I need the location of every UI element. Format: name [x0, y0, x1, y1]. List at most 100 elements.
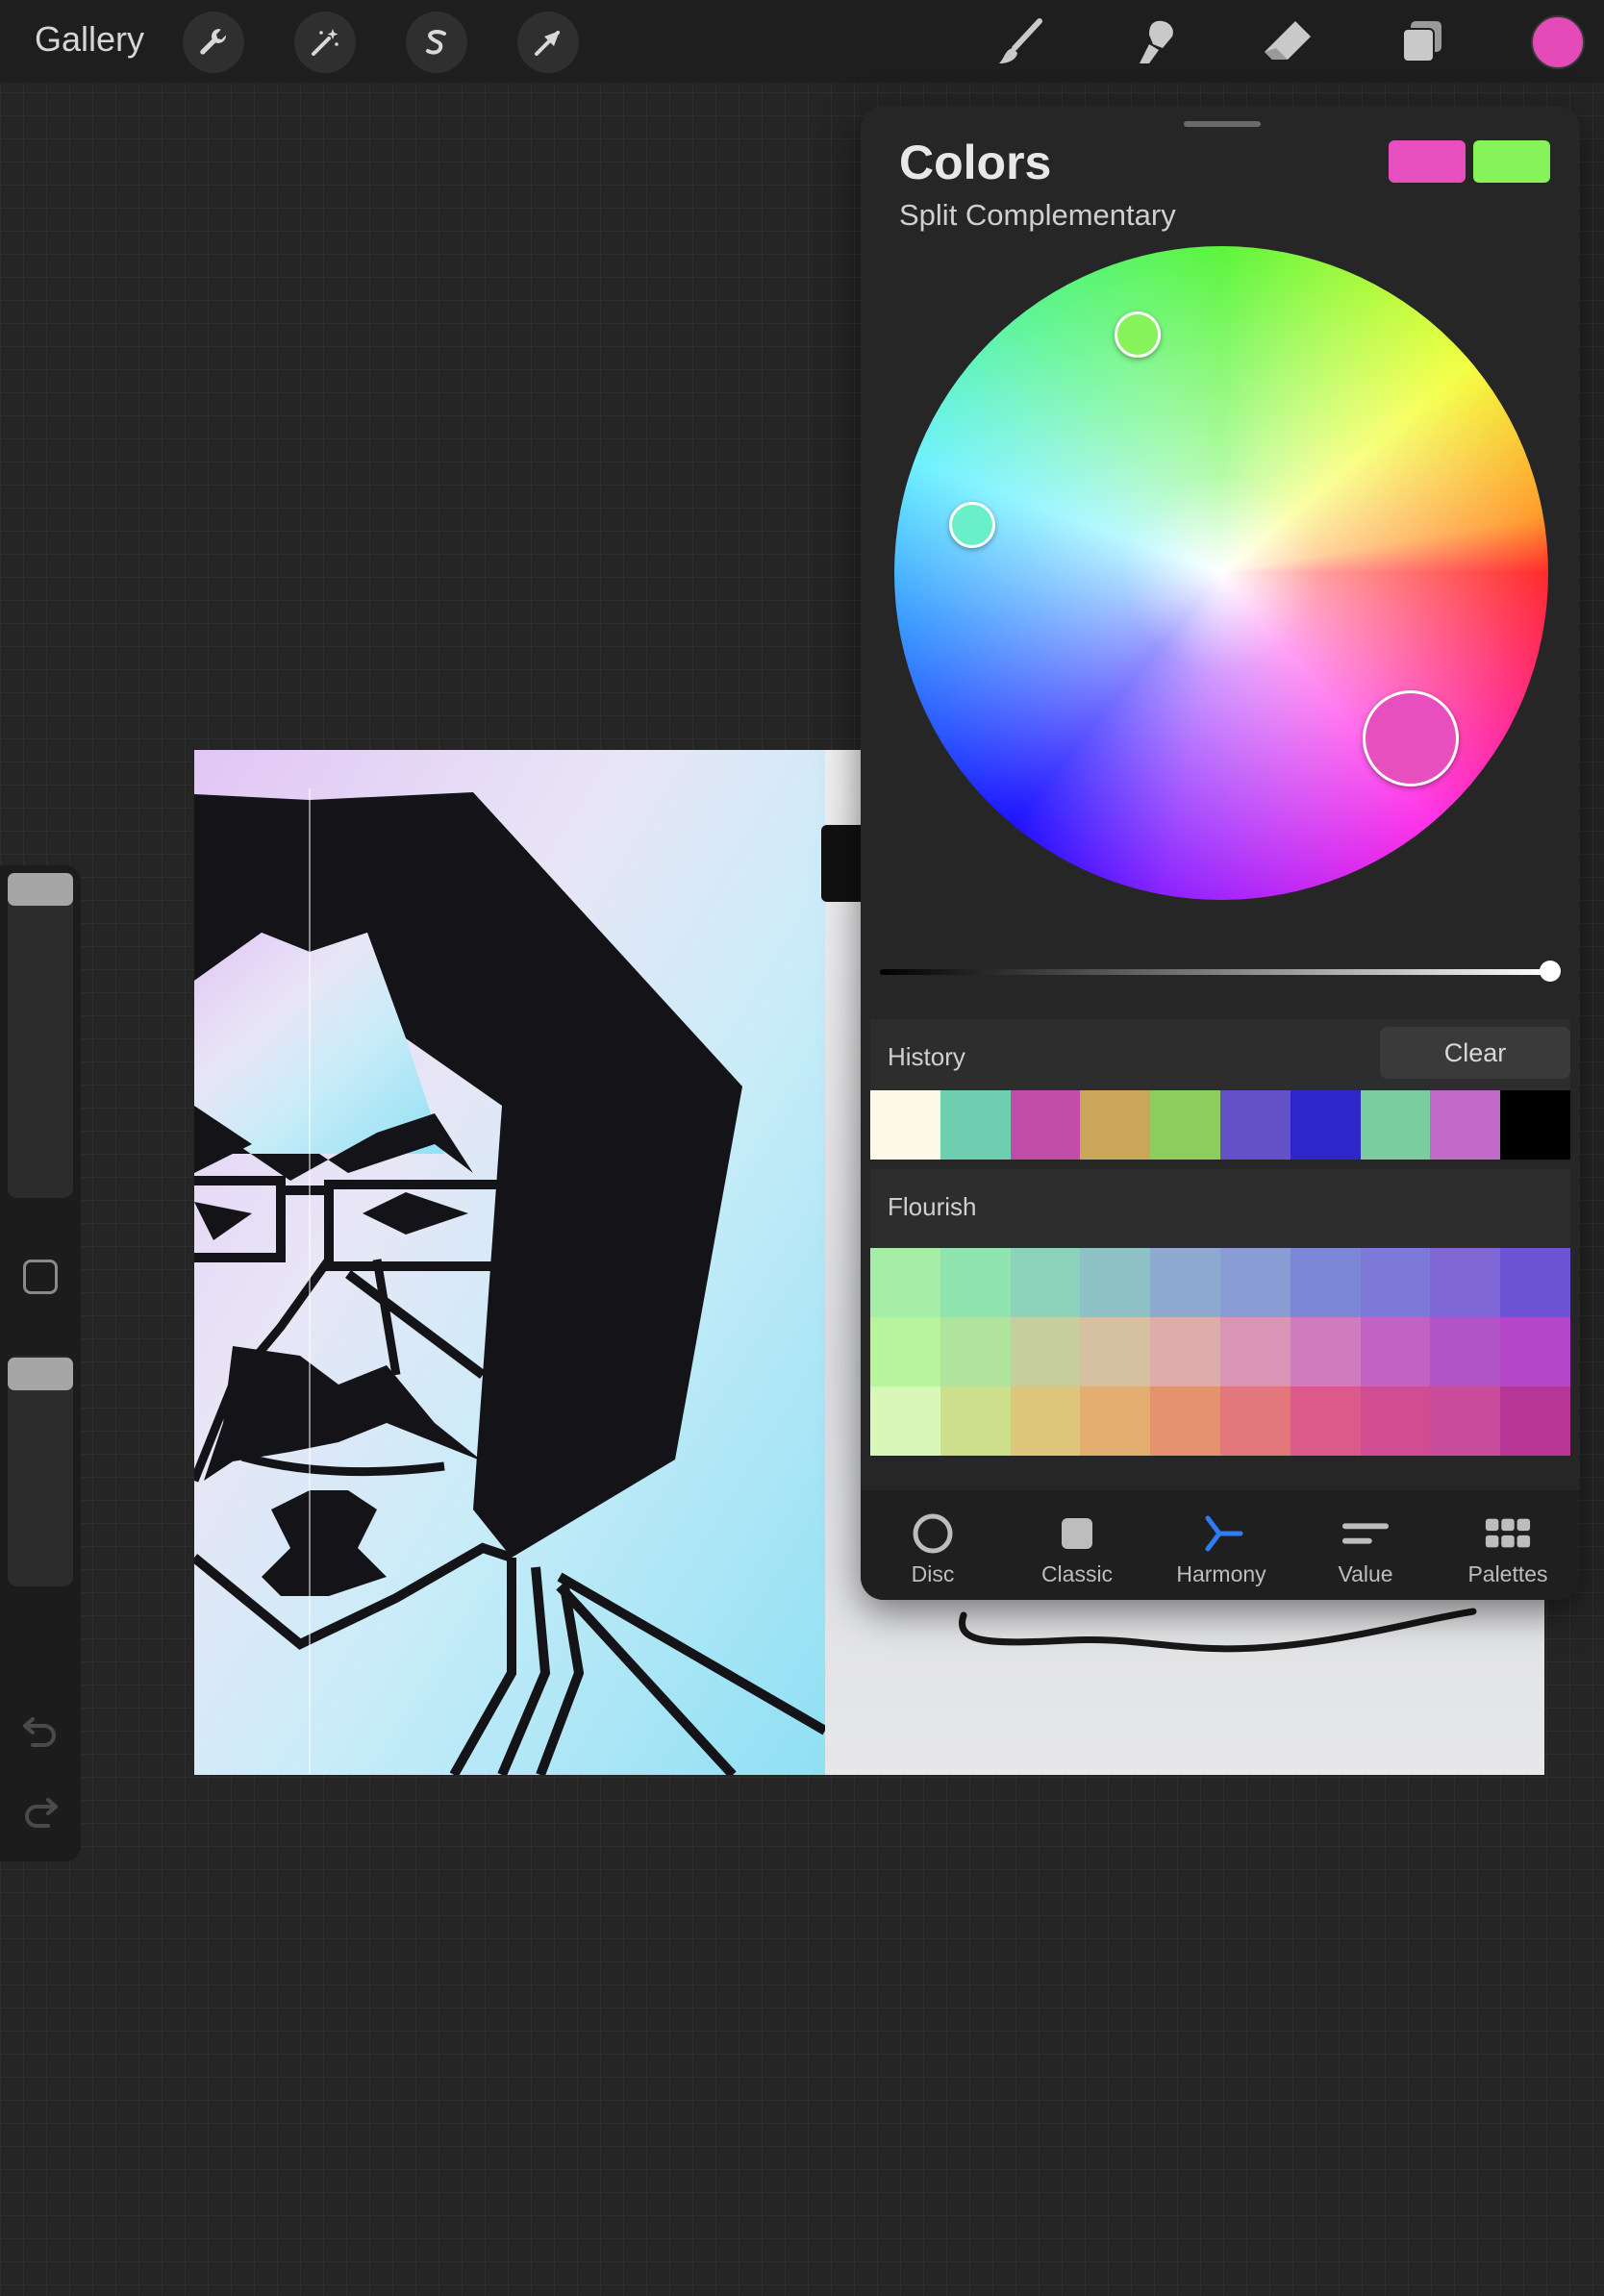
eraser-icon — [1265, 21, 1311, 60]
layers-button[interactable] — [1392, 13, 1452, 71]
palette-swatch[interactable] — [1360, 1317, 1431, 1386]
brightness-slider[interactable] — [880, 969, 1553, 975]
brush-opacity-slider[interactable] — [8, 1356, 73, 1586]
modify-button[interactable] — [23, 1260, 58, 1294]
palette-swatch[interactable] — [1219, 1248, 1291, 1317]
history-label: History — [888, 1042, 965, 1071]
palette-swatch[interactable] — [1500, 1386, 1570, 1456]
redo-icon[interactable] — [19, 1790, 62, 1829]
palette-swatch[interactable] — [1219, 1386, 1291, 1456]
brush-size-slider[interactable] — [8, 873, 73, 1198]
left-sidebar — [0, 865, 81, 1861]
brush-stroke — [959, 1608, 1477, 1653]
palette-swatch[interactable] — [1010, 1317, 1081, 1386]
disc-icon — [913, 1513, 953, 1554]
palette-swatch[interactable] — [1430, 1317, 1501, 1386]
colors-panel: Colors Split Complementary History Clear… — [861, 106, 1580, 1600]
gallery-button[interactable]: Gallery — [35, 19, 144, 60]
selection-s-icon — [426, 30, 446, 55]
transform-button[interactable] — [517, 12, 579, 73]
arrow-transform-icon — [535, 31, 560, 56]
palette-swatch[interactable] — [1010, 1386, 1081, 1456]
harmony-color-wheel[interactable] — [894, 246, 1548, 900]
palette-swatch[interactable] — [1360, 1248, 1431, 1317]
history-swatch[interactable] — [870, 1090, 940, 1160]
panel-grabber[interactable] — [1184, 121, 1261, 127]
history-swatch[interactable] — [1290, 1090, 1361, 1160]
undo-icon[interactable] — [19, 1710, 62, 1748]
selection-button[interactable] — [406, 12, 467, 73]
palette-swatch[interactable] — [870, 1386, 940, 1456]
harmony-knob-teal[interactable] — [949, 502, 995, 548]
layers-icon — [1402, 21, 1441, 62]
history-swatch[interactable] — [940, 1090, 1011, 1160]
tab-label: Disc — [911, 1561, 955, 1586]
palette-swatch[interactable] — [1290, 1386, 1361, 1456]
adjustments-button[interactable] — [294, 12, 356, 73]
history-swatches — [870, 1090, 1570, 1160]
eraser-tool[interactable] — [1258, 13, 1317, 71]
palette-swatch[interactable] — [1080, 1248, 1151, 1317]
palettes-icon — [1485, 1518, 1531, 1548]
harmony-mode-selector[interactable]: Split Complementary — [899, 198, 1176, 233]
harmony-knob-primary[interactable] — [1363, 690, 1459, 786]
palette-row — [870, 1317, 1570, 1386]
tab-harmony[interactable]: Harmony — [1149, 1490, 1293, 1600]
palette-swatch[interactable] — [1500, 1248, 1570, 1317]
tab-classic[interactable]: Classic — [1005, 1490, 1149, 1600]
tab-value[interactable]: Value — [1293, 1490, 1438, 1600]
palette-swatch[interactable] — [1150, 1248, 1220, 1317]
harmony-icon — [1205, 1515, 1243, 1552]
palette-swatch[interactable] — [1430, 1386, 1501, 1456]
harmony-knob-green[interactable] — [1115, 312, 1161, 358]
brush-tool[interactable] — [990, 13, 1050, 71]
clear-history-button[interactable]: Clear — [1380, 1027, 1570, 1079]
palette-swatch[interactable] — [1080, 1386, 1151, 1456]
history-swatch[interactable] — [1500, 1090, 1570, 1160]
actions-button[interactable] — [183, 12, 244, 73]
classic-icon — [1062, 1518, 1092, 1549]
palette-swatch[interactable] — [1219, 1317, 1291, 1386]
brush-size-thumb[interactable] — [8, 873, 73, 906]
tab-label: Value — [1338, 1561, 1393, 1586]
secondary-color-swatch[interactable] — [1473, 140, 1550, 183]
tab-label: Harmony — [1176, 1561, 1266, 1586]
palette-swatch[interactable] — [1500, 1317, 1570, 1386]
panel-title: Colors — [899, 136, 1052, 189]
palette-swatch[interactable] — [940, 1317, 1011, 1386]
palette-swatch[interactable] — [870, 1248, 940, 1317]
palette-swatch[interactable] — [1150, 1317, 1220, 1386]
palette-header: Flourish — [870, 1169, 1570, 1248]
palette-swatch[interactable] — [1080, 1317, 1151, 1386]
palette-swatch[interactable] — [1290, 1317, 1361, 1386]
smudge-tool[interactable] — [1125, 13, 1185, 71]
top-toolbar: Gallery — [0, 0, 1604, 83]
palette-swatch[interactable] — [870, 1317, 940, 1386]
portrait-artwork — [194, 750, 825, 1775]
tab-palettes[interactable]: Palettes — [1436, 1490, 1580, 1600]
palette-swatch[interactable] — [940, 1248, 1011, 1317]
history-swatch[interactable] — [1010, 1090, 1081, 1160]
history-swatch[interactable] — [1219, 1090, 1291, 1160]
history-swatch[interactable] — [1150, 1090, 1220, 1160]
palette-swatch[interactable] — [1360, 1386, 1431, 1456]
brightness-slider-thumb[interactable] — [1540, 961, 1561, 982]
primary-color-swatch[interactable] — [1389, 140, 1466, 183]
palette-swatch[interactable] — [1430, 1248, 1501, 1317]
magic-wand-icon — [312, 29, 338, 56]
smudge-icon — [1140, 20, 1173, 63]
tab-label: Palettes — [1467, 1561, 1548, 1586]
history-swatch[interactable] — [1430, 1090, 1501, 1160]
palette-swatch[interactable] — [940, 1386, 1011, 1456]
tab-disc[interactable]: Disc — [861, 1490, 1005, 1600]
brush-opacity-thumb[interactable] — [8, 1358, 73, 1390]
palette-swatch[interactable] — [1010, 1248, 1081, 1317]
palette-row — [870, 1248, 1570, 1317]
palette-swatch[interactable] — [1290, 1248, 1361, 1317]
history-swatch[interactable] — [1080, 1090, 1151, 1160]
history-swatch[interactable] — [1360, 1090, 1431, 1160]
brush-icon — [999, 18, 1042, 63]
current-color-button[interactable] — [1531, 15, 1585, 69]
palette-swatch[interactable] — [1150, 1386, 1220, 1456]
value-icon — [1341, 1523, 1390, 1544]
